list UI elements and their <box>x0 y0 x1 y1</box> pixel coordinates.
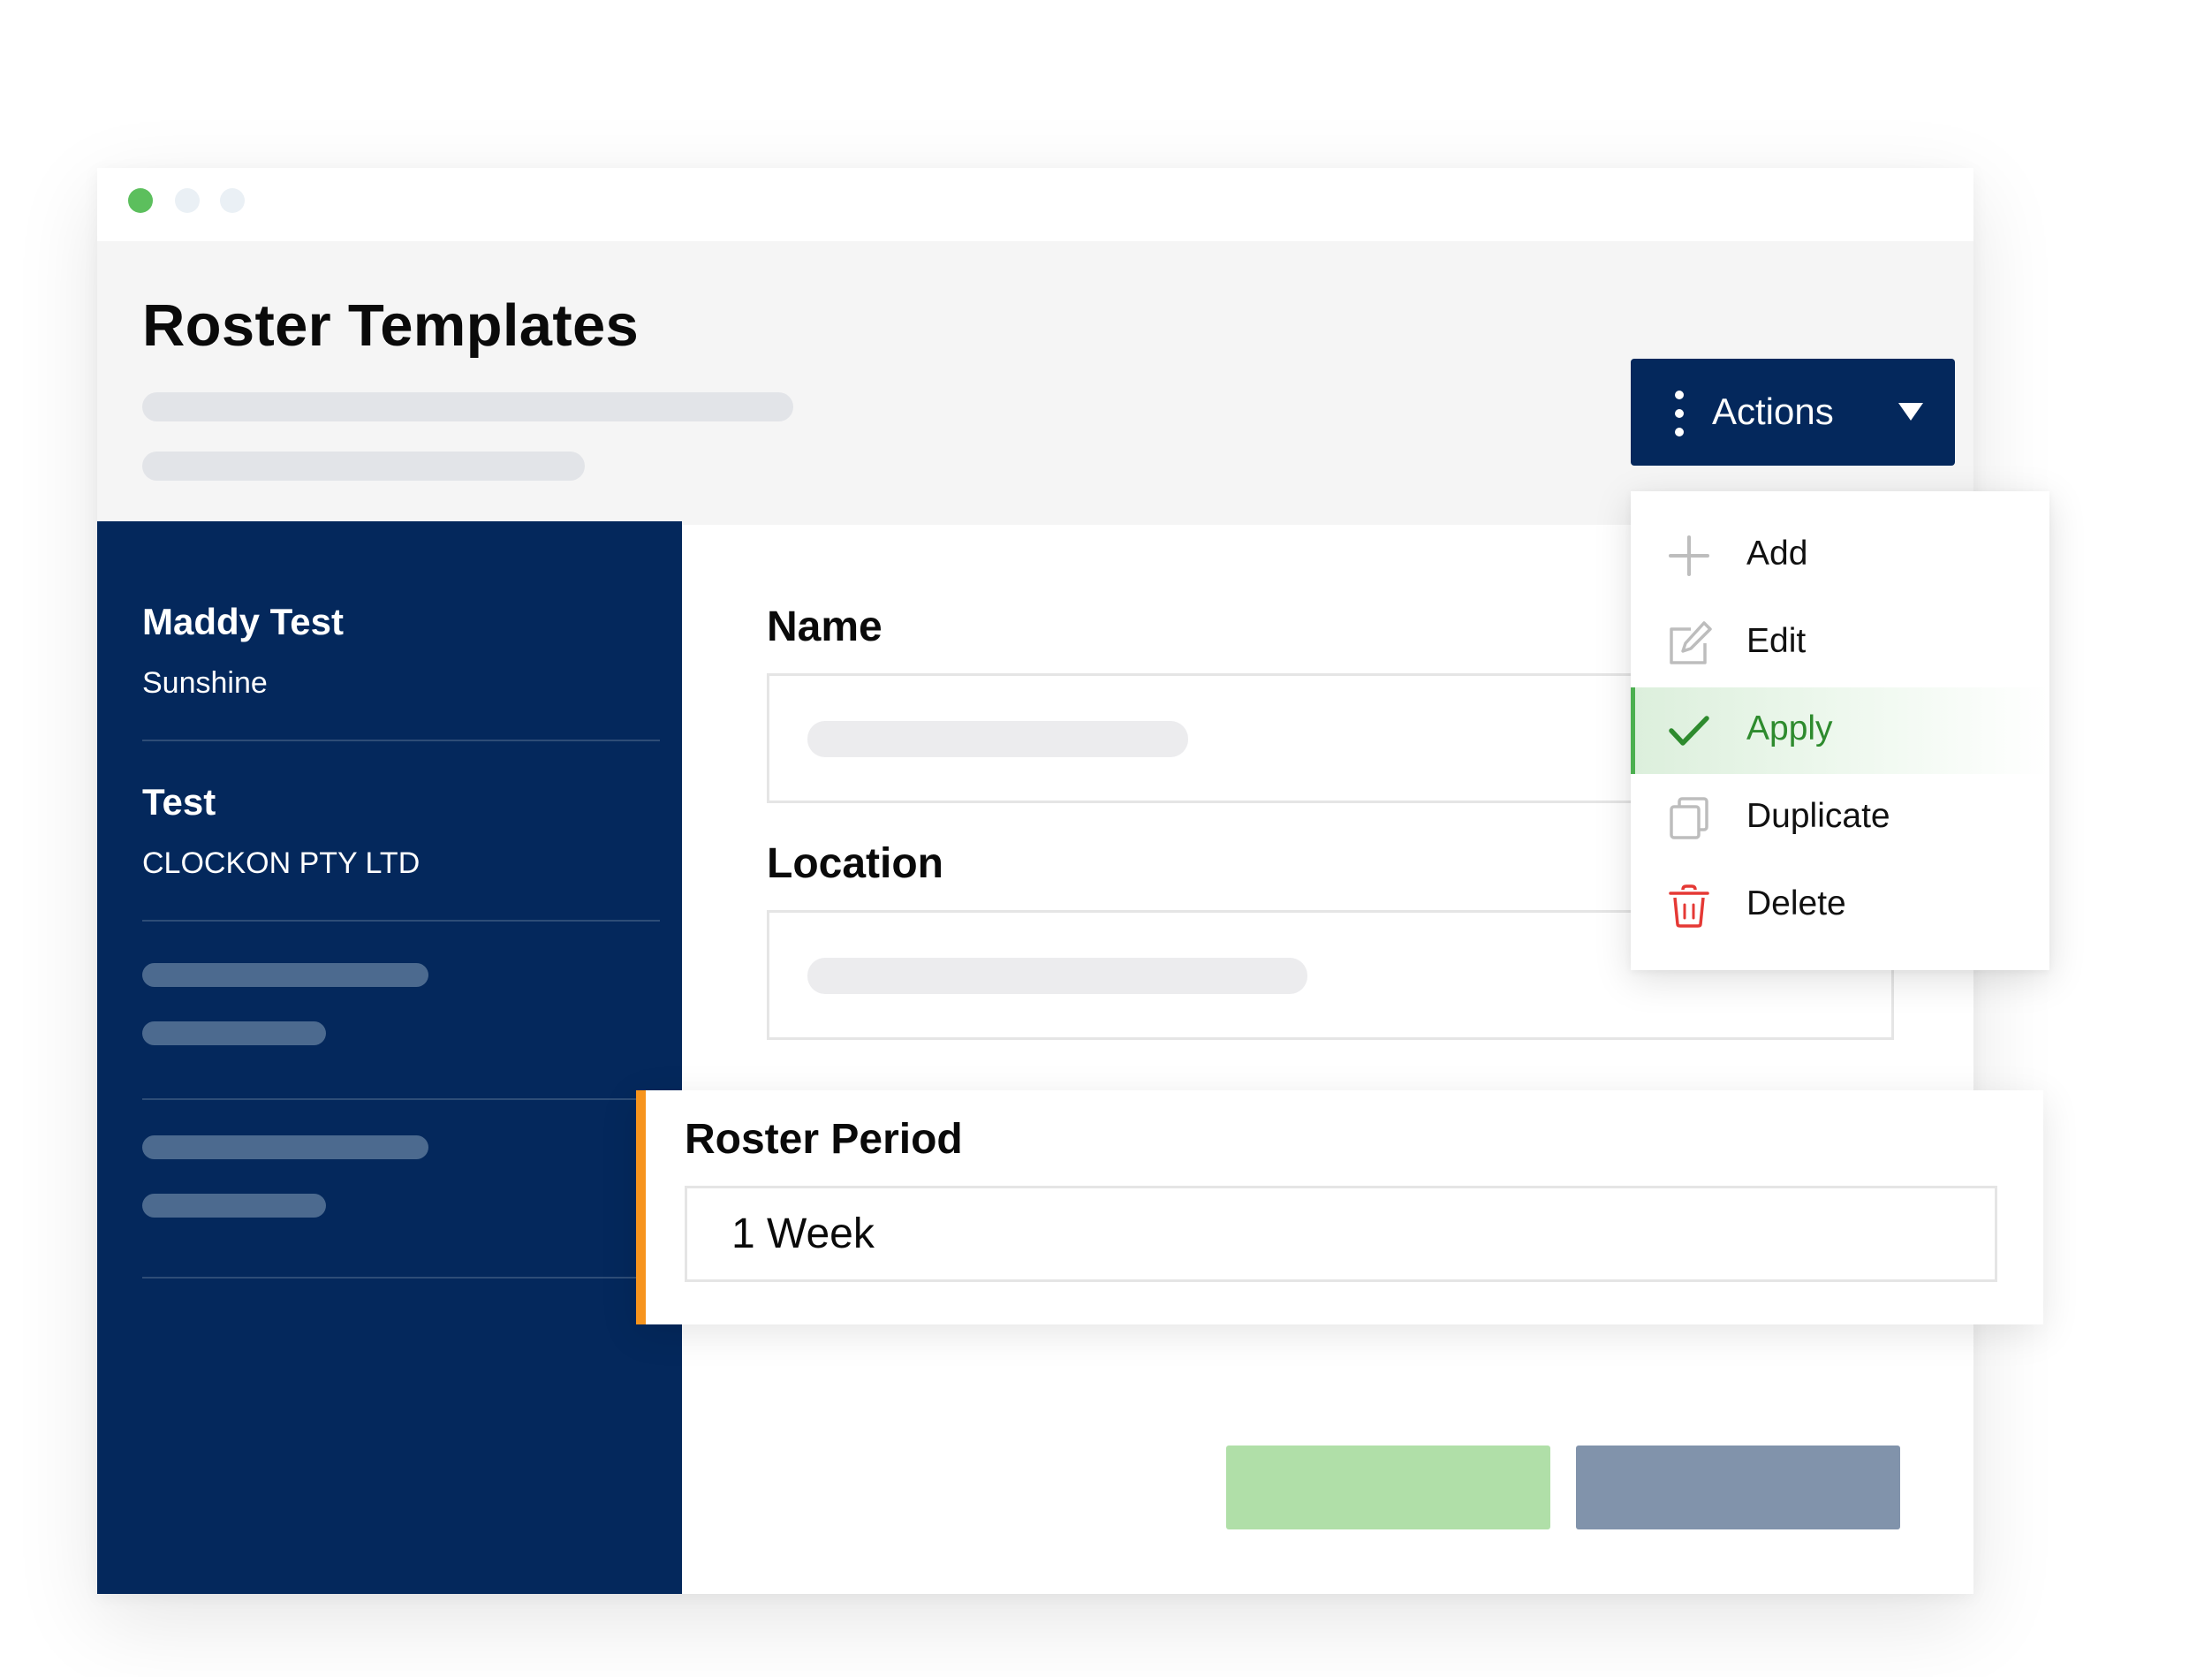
edit-icon <box>1670 621 1712 664</box>
menu-item-label: Duplicate <box>1746 797 1890 835</box>
sidebar-placeholder-line <box>142 1021 326 1045</box>
roster-period-label: Roster Period <box>685 1116 963 1163</box>
sidebar-placeholder-line <box>142 963 428 987</box>
kebab-menu-icon <box>1675 391 1684 436</box>
roster-period-card: Roster Period 1 Week <box>636 1090 2043 1324</box>
menu-item-duplicate[interactable]: Duplicate <box>1631 775 2049 861</box>
roster-period-select[interactable]: 1 Week <box>685 1186 1997 1282</box>
duplicate-icon <box>1670 797 1708 839</box>
sidebar-item-subtitle: CLOCKON PTY LTD <box>142 846 420 880</box>
cancel-button[interactable] <box>1576 1446 1900 1529</box>
name-field-label: Name <box>767 603 883 650</box>
name-value-placeholder <box>807 721 1188 757</box>
window-maximize-dot[interactable] <box>220 188 245 213</box>
plus-icon <box>1669 535 1709 576</box>
sidebar-item-title: Test <box>142 781 216 823</box>
location-value-placeholder <box>807 958 1307 994</box>
sidebar-divider <box>142 1277 660 1279</box>
check-icon <box>1669 716 1709 746</box>
menu-item-apply[interactable]: Apply <box>1631 687 2049 774</box>
window-minimize-dot[interactable] <box>175 188 200 213</box>
description-placeholder-line-1 <box>142 392 793 421</box>
sidebar-placeholder-line <box>142 1135 428 1159</box>
roster-period-value: 1 Week <box>731 1210 875 1257</box>
page-title: Roster Templates <box>142 292 640 359</box>
trash-icon <box>1669 884 1709 928</box>
menu-item-add[interactable]: Add <box>1631 512 2049 599</box>
window-titlebar <box>97 168 1973 241</box>
menu-item-label: Apply <box>1746 710 1833 747</box>
menu-item-label: Add <box>1746 535 1808 573</box>
actions-button[interactable]: Actions <box>1631 359 1955 466</box>
sidebar-divider <box>142 1098 660 1100</box>
window-close-dot[interactable] <box>128 188 153 213</box>
sidebar-item-title: Maddy Test <box>142 601 344 642</box>
menu-item-delete[interactable]: Delete <box>1631 862 2049 949</box>
menu-item-edit[interactable]: Edit <box>1631 600 2049 687</box>
location-field-label: Location <box>767 840 943 887</box>
actions-button-label: Actions <box>1712 391 1834 432</box>
sidebar-divider <box>142 740 660 741</box>
template-sidebar: Maddy Test Sunshine Test CLOCKON PTY LTD <box>97 521 682 1594</box>
description-placeholder-line-2 <box>142 452 585 481</box>
menu-item-label: Delete <box>1746 884 1846 922</box>
sidebar-divider <box>142 920 660 922</box>
caret-down-icon <box>1898 403 1923 421</box>
save-button[interactable] <box>1226 1446 1550 1529</box>
menu-item-label: Edit <box>1746 622 1807 660</box>
actions-dropdown-menu: Add Edit Apply Duplicate Delete <box>1631 491 2049 970</box>
sidebar-item-subtitle: Sunshine <box>142 666 268 700</box>
sidebar-placeholder-line <box>142 1194 326 1218</box>
